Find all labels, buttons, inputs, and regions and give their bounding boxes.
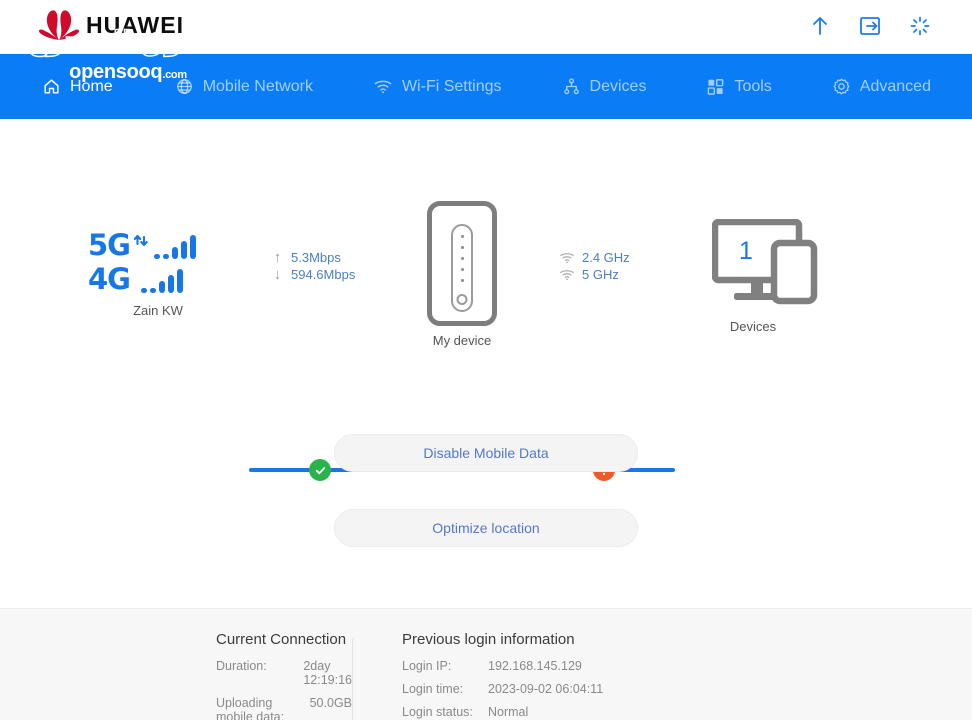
wifi-signal-icon — [560, 269, 574, 280]
signal-row-4g: 4G — [88, 262, 228, 296]
duration-value: 2day 12:19:16 — [303, 659, 353, 687]
login-status-label: Login status: — [402, 705, 473, 719]
devices-node[interactable]: 1 Devices — [700, 218, 830, 334]
nav-label-wifi-settings: Wi-Fi Settings — [401, 77, 502, 95]
wifi-band-5-row: 5 GHz — [560, 266, 630, 283]
brand-logo-area: HUAWEI — [38, 8, 184, 42]
info-row: Duration: 2day 12:19:16 — [216, 659, 352, 687]
current-connection-title: Current Connection — [216, 631, 347, 648]
login-ip-label: Login IP: — [402, 659, 452, 673]
upload-data-value: 50.0GB — [309, 696, 352, 710]
arrow-up-icon: ↑ — [273, 249, 282, 266]
router-admin-page: HUAWEI Home Mobile Network Wi-Fi Setting… — [0, 0, 972, 720]
main-navigation: Home Mobile Network Wi-Fi Settings Devic… — [0, 54, 972, 119]
gear-icon — [833, 78, 850, 95]
login-time-value: 2023-09-02 06:04:11 — [488, 682, 604, 696]
updown-arrows-icon — [133, 235, 148, 247]
huawei-flower-logo — [39, 10, 79, 40]
connected-devices-count: 1 — [739, 237, 753, 265]
login-status-value: Normal — [488, 705, 529, 719]
nav-item-devices[interactable]: Devices — [562, 77, 647, 96]
signal-bars-5g — [153, 233, 196, 259]
nav-label-home: Home — [70, 77, 113, 95]
top-bar: HUAWEI — [0, 0, 972, 54]
devices-label: Devices — [729, 319, 777, 334]
info-row: Login IP: 192.168.145.129 — [402, 659, 772, 673]
nav-label-tools: Tools — [734, 77, 772, 95]
previous-login-panel: Previous login information Login IP: 192… — [352, 631, 772, 720]
info-row: Login status: Normal — [402, 705, 772, 719]
grid-icon — [708, 79, 724, 95]
wifi-icon — [374, 80, 392, 94]
router-node: My device — [416, 201, 508, 348]
loading-spinner-icon[interactable] — [908, 14, 932, 38]
carrier-name: Zain KW — [133, 303, 183, 318]
action-buttons: Disable Mobile Data Optimize location — [0, 434, 972, 584]
signal-row-5g: 5G — [88, 228, 228, 262]
logout-icon[interactable] — [858, 14, 882, 38]
disable-mobile-data-button[interactable]: Disable Mobile Data — [334, 434, 638, 472]
globe-icon — [176, 79, 192, 94]
current-connection-panel: Current Connection Duration: 2day 12:19:… — [0, 631, 352, 720]
main-content: 5G 4G Zain KW ↑ 5.3Mbps ↓ 594.6Mbps My d… — [0, 119, 972, 607]
previous-login-title: Previous login information — [402, 631, 575, 648]
info-row: Login time: 2023-09-02 06:04:11 — [402, 682, 772, 696]
devices-tree-icon — [563, 78, 579, 95]
download-speed-value: 594.6Mbps — [291, 267, 356, 282]
nav-item-tools[interactable]: Tools — [706, 77, 772, 96]
upload-speed-row: ↑ 5.3Mbps — [272, 249, 355, 266]
throughput-readout: ↑ 5.3Mbps ↓ 594.6Mbps — [272, 249, 356, 283]
router-power-led — [456, 294, 468, 305]
login-ip-value: 192.168.145.129 — [488, 659, 582, 673]
footer-info-panels: Current Connection Duration: 2day 12:19:… — [0, 608, 972, 720]
nav-item-home[interactable]: Home — [42, 77, 113, 96]
login-time-label: Login time: — [402, 682, 464, 696]
info-row: Uploading mobile data: 50.0GB — [216, 696, 352, 720]
download-speed-row: ↓ 594.6Mbps — [272, 266, 356, 283]
wifi-band-24-row: 2.4 GHz — [560, 249, 630, 266]
nav-label-mobile-network: Mobile Network — [202, 77, 313, 95]
wifi-band-24-label: 2.4 GHz — [582, 250, 630, 265]
nav-item-wifi-settings[interactable]: Wi-Fi Settings — [373, 77, 502, 96]
brand-name: HUAWEI — [86, 11, 184, 38]
duration-label: Duration: — [216, 659, 267, 673]
panel-divider — [352, 639, 353, 720]
nav-item-mobile-network[interactable]: Mobile Network — [175, 77, 313, 96]
network-topology-diagram: 5G 4G Zain KW ↑ 5.3Mbps ↓ 594.6Mbps My d… — [0, 201, 972, 481]
nav-item-advanced[interactable]: Advanced — [832, 77, 931, 96]
update-arrow-icon[interactable] — [808, 14, 832, 38]
router-led-strip — [451, 224, 473, 312]
signal-tech-5g: 5G — [88, 228, 131, 262]
top-bar-icons — [808, 14, 932, 38]
wifi-bands-readout: 2.4 GHz 5 GHz — [560, 249, 630, 283]
signal-tech-4g: 4G — [88, 262, 131, 296]
wifi-signal-icon — [560, 252, 574, 263]
router-label: My device — [432, 333, 492, 348]
nav-label-advanced: Advanced — [859, 77, 931, 95]
wifi-band-5-label: 5 GHz — [582, 267, 619, 282]
upload-speed-value: 5.3Mbps — [291, 250, 341, 265]
arrow-down-icon: ↓ — [273, 266, 282, 283]
nav-label-devices: Devices — [589, 77, 647, 95]
carrier-signal-node: 5G 4G Zain KW — [88, 229, 228, 318]
router-icon — [427, 201, 497, 326]
optimize-location-button[interactable]: Optimize location — [334, 509, 638, 547]
upload-data-label: Uploading mobile data: — [216, 696, 285, 720]
signal-bars-4g — [140, 267, 183, 293]
home-icon — [44, 79, 59, 94]
